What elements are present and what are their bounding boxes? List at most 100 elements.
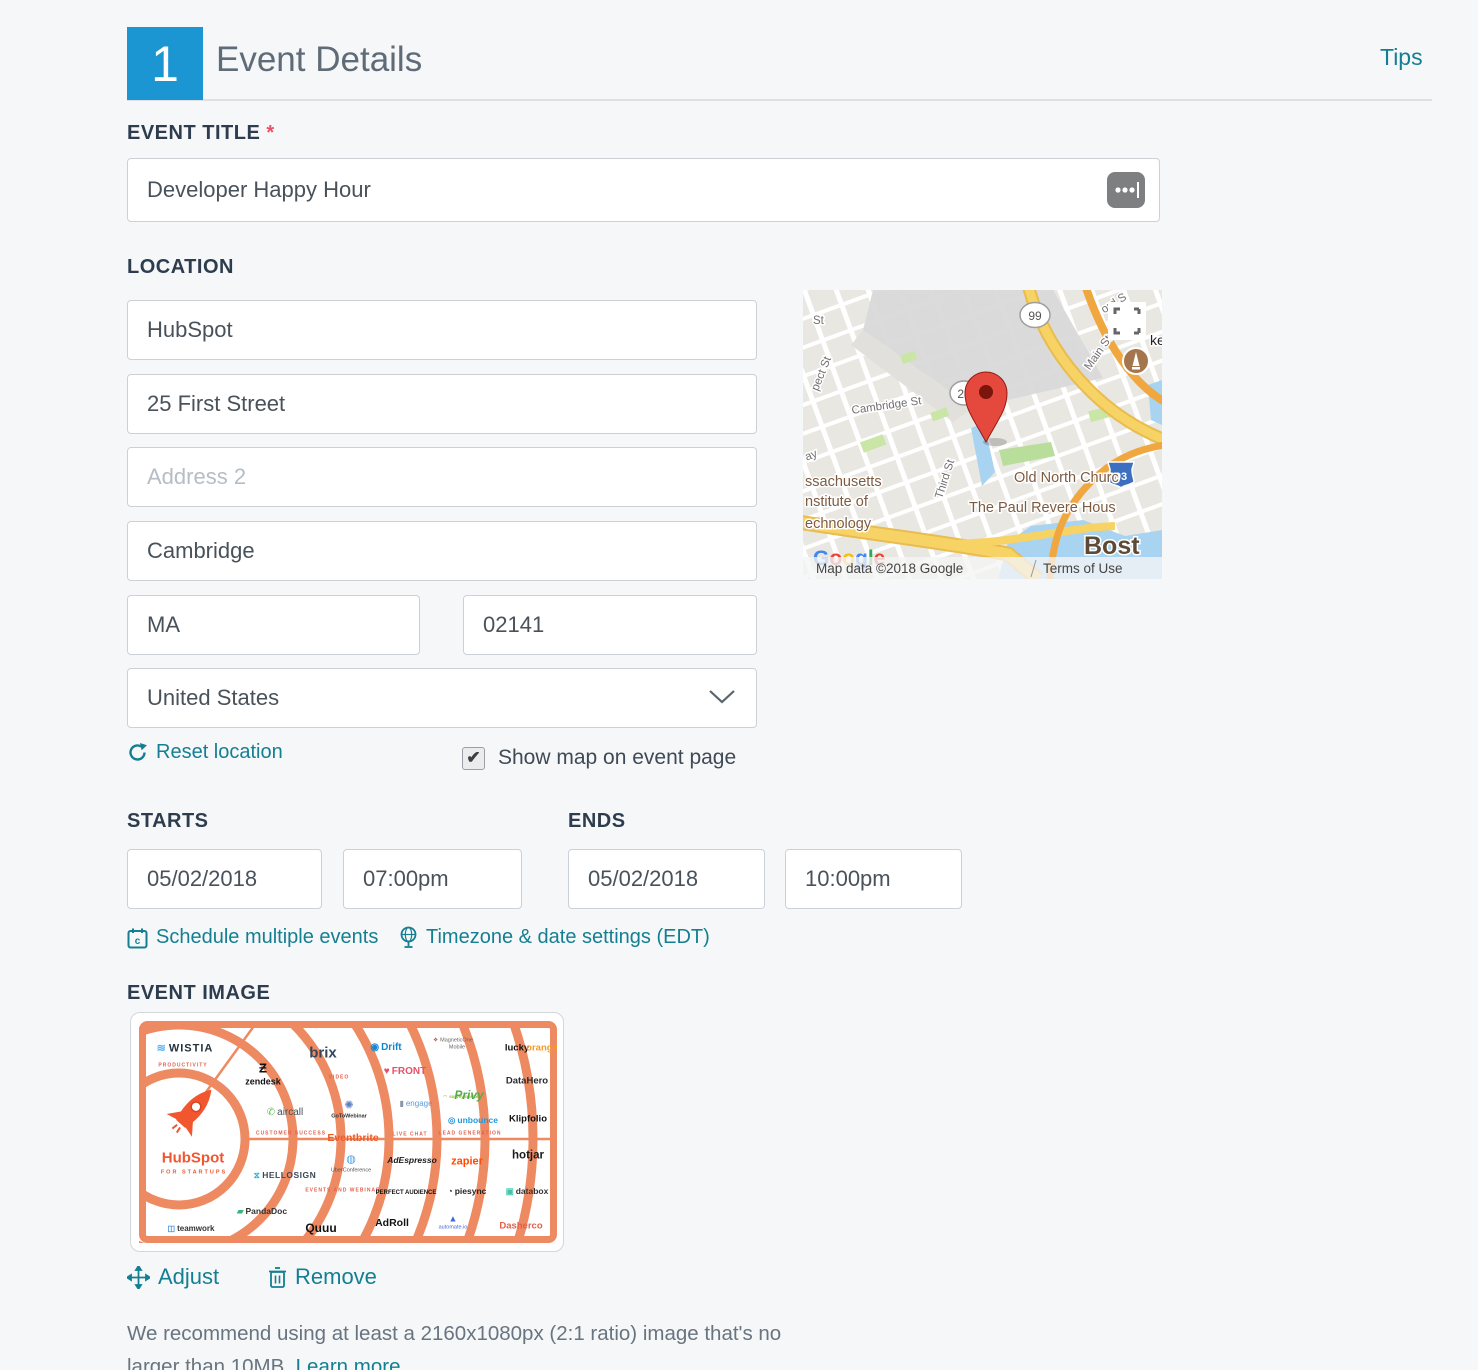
partner-logo: GoToWebinar xyxy=(331,1114,367,1120)
show-map-row: ✔ Show map on event page xyxy=(462,746,736,770)
partner-logo: Klipfolio xyxy=(509,1114,547,1124)
adjust-image-label: Adjust xyxy=(158,1264,219,1290)
partner-logos-layer: ≋WISTIAPRODUCTIVITYƵzendeskbrixVIDEO◉Dri… xyxy=(139,1021,557,1243)
country-select[interactable]: United States xyxy=(127,668,757,728)
partner-logo: Mobile xyxy=(449,1045,465,1051)
map-fullscreen-button[interactable] xyxy=(1108,302,1146,340)
svg-text:echnology: echnology xyxy=(805,516,872,532)
location-label: LOCATION xyxy=(127,256,234,279)
partner-logo: HubSpot xyxy=(162,1151,224,1166)
partner-logo: ▰PandaDoc xyxy=(237,1207,287,1216)
event-title-input[interactable]: Developer Happy Hour xyxy=(127,158,1160,222)
partner-logo: hotjar xyxy=(512,1150,544,1162)
partner-logo: ▮engage xyxy=(399,1100,432,1108)
schedule-multiple-events-link[interactable]: c Schedule multiple events xyxy=(127,926,378,949)
partner-logo: ♥FRONT xyxy=(384,1067,426,1077)
svg-text:nstitute of: nstitute of xyxy=(805,494,869,510)
schedule-multiple-events-label: Schedule multiple events xyxy=(156,926,378,949)
partner-logo: LIVE CHAT xyxy=(392,1133,427,1138)
svg-text:ssachusetts: ssachusetts xyxy=(805,474,882,490)
refresh-icon xyxy=(127,742,148,763)
adjust-image-link[interactable]: Adjust xyxy=(127,1264,219,1290)
partner-logo: CUSTOMER SUCCESS xyxy=(256,1132,326,1137)
learn-more-link[interactable]: Learn more xyxy=(296,1355,401,1370)
end-date-value: 05/02/2018 xyxy=(588,866,698,892)
partner-logo: ◍ xyxy=(346,1155,356,1166)
address1-input[interactable]: 25 First Street xyxy=(127,374,757,434)
trash-icon xyxy=(268,1266,287,1289)
event-image-card[interactable]: ≋WISTIAPRODUCTIVITYƵzendeskbrixVIDEO◉Dri… xyxy=(130,1012,564,1252)
ellipsis-token-icon xyxy=(1106,171,1146,209)
event-image-preview: ≋WISTIAPRODUCTIVITYƵzendeskbrixVIDEO◉Dri… xyxy=(139,1021,557,1243)
partner-logo: ❖MagneticOne xyxy=(433,1038,473,1044)
svg-text:c: c xyxy=(135,936,141,947)
partner-logo: UberConference xyxy=(331,1168,371,1174)
partner-logo: Quuu xyxy=(305,1222,336,1234)
partner-logo: ◎unbounce xyxy=(448,1116,498,1125)
partner-logo: AdEspresso xyxy=(387,1156,437,1165)
starts-label: STARTS xyxy=(127,810,209,833)
partner-logo: Ƶ xyxy=(259,1062,267,1075)
city-input[interactable]: Cambridge xyxy=(127,521,757,581)
partner-logo: ✺ xyxy=(344,1101,353,1112)
end-date-input[interactable]: 05/02/2018 xyxy=(568,849,765,909)
checkmark-icon: ✔ xyxy=(466,748,480,768)
svg-text:ke: ke xyxy=(1150,332,1162,348)
address2-placeholder: Address 2 xyxy=(147,464,246,490)
calendar-icon: c xyxy=(127,927,148,949)
partner-logo: PRODUCTIVITY xyxy=(158,1064,207,1069)
timezone-settings-link[interactable]: Timezone & date settings (EDT) xyxy=(399,926,710,949)
state-input[interactable]: MA xyxy=(127,595,420,655)
event-title-label: EVENT TITLE * xyxy=(127,122,275,145)
location-map[interactable]: 99 28 St pect St ay Cambridge St Third S… xyxy=(803,290,1162,579)
partner-logo: AdRoll xyxy=(375,1218,409,1229)
venue-name-input[interactable]: HubSpot xyxy=(127,300,757,360)
start-time-input[interactable]: 07:00pm xyxy=(343,849,522,909)
partner-logo: Privy xyxy=(454,1089,483,1101)
image-recommendation-text: We recommend using at least a 2160x1080p… xyxy=(127,1317,787,1370)
partner-logo: ▲ xyxy=(449,1215,458,1224)
show-map-label: Show map on event page xyxy=(498,746,736,770)
chevron-down-icon xyxy=(708,685,736,711)
period: . xyxy=(401,1355,407,1370)
reset-location-label: Reset location xyxy=(156,741,283,764)
address1-value: 25 First Street xyxy=(147,391,285,417)
partner-logo: ▣databox xyxy=(506,1187,549,1196)
partner-logo: Eventbrite xyxy=(327,1133,378,1144)
svg-text:St: St xyxy=(813,315,825,327)
event-image-label: EVENT IMAGE xyxy=(127,982,270,1005)
partner-logo: ◉Drift xyxy=(370,1043,401,1053)
reset-location-link[interactable]: Reset location xyxy=(127,741,283,764)
partner-logo: zendesk xyxy=(245,1078,281,1087)
start-time-value: 07:00pm xyxy=(363,866,449,892)
start-date-input[interactable]: 05/02/2018 xyxy=(127,849,322,909)
recommendation-body: We recommend using at least a 2160x1080p… xyxy=(127,1322,781,1370)
partner-logo: brix xyxy=(309,1046,337,1061)
personalization-token-button[interactable] xyxy=(1106,171,1146,209)
state-value: MA xyxy=(147,612,180,638)
partner-logo: PERFECT AUDIENCE xyxy=(376,1190,437,1196)
step-number: 1 xyxy=(151,35,179,93)
svg-text:The Paul Revere Hous: The Paul Revere Hous xyxy=(969,500,1116,516)
address2-input[interactable]: Address 2 xyxy=(127,447,757,507)
partner-logo: ✆aircall xyxy=(267,1108,304,1118)
svg-text:99: 99 xyxy=(1028,309,1042,323)
partner-logo: orange xyxy=(526,1043,557,1053)
event-title-value: Developer Happy Hour xyxy=(147,177,371,203)
partner-logo: LEAD GENERATION xyxy=(439,1132,502,1137)
zip-input[interactable]: 02141 xyxy=(463,595,757,655)
timezone-settings-label: Timezone & date settings (EDT) xyxy=(426,926,710,949)
map-canvas: 99 28 St pect St ay Cambridge St Third S… xyxy=(803,290,1162,579)
partner-logo: Dasherco xyxy=(499,1221,542,1231)
remove-image-link[interactable]: Remove xyxy=(268,1264,377,1290)
end-time-input[interactable]: 10:00pm xyxy=(785,849,962,909)
partner-logo: ◔piesync xyxy=(448,1187,487,1196)
header-divider xyxy=(127,99,1432,101)
required-asterisk: * xyxy=(266,122,274,144)
partner-logo: DataHero xyxy=(506,1076,548,1086)
map-attribution: Map data ©2018 Google xyxy=(816,561,963,576)
tips-link[interactable]: Tips xyxy=(1380,44,1423,71)
step-number-badge: 1 xyxy=(127,27,203,100)
map-terms-link[interactable]: Terms of Use xyxy=(1043,561,1123,576)
show-map-checkbox[interactable]: ✔ xyxy=(462,747,485,770)
